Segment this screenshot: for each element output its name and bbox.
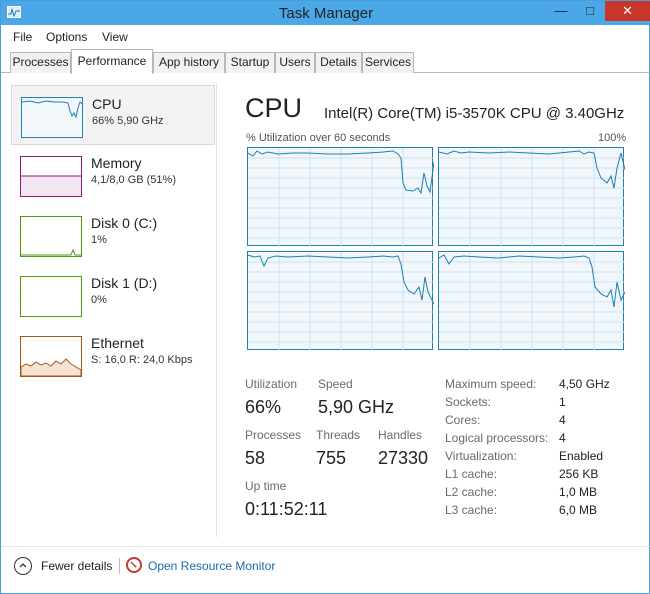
sidebar-item-disk0[interactable]: Disk 0 (C:) 1% <box>11 205 215 265</box>
sidebar-item-memory[interactable]: Memory 4,1/8,0 GB (51%) <box>11 145 215 205</box>
open-resource-monitor-link[interactable]: Open Resource Monitor <box>148 559 275 573</box>
utilization-value: 66% <box>245 397 282 417</box>
sidebar-ethernet-title: Ethernet <box>91 335 144 351</box>
speed-value: 5,90 GHz <box>318 397 395 417</box>
core-graph-1 <box>438 147 625 247</box>
resource-monitor-icon[interactable] <box>126 557 142 573</box>
close-button[interactable]: ✕ <box>605 1 650 21</box>
fewer-details-button[interactable]: Fewer details <box>41 559 112 573</box>
minimize-button[interactable]: — <box>548 1 574 21</box>
sidebar-disk0-title: Disk 0 (C:) <box>91 215 158 231</box>
sidebar-item-cpu[interactable]: CPU 66% 5,90 GHz <box>11 85 215 145</box>
prop-label-l2-cache: L2 cache: <box>445 485 498 499</box>
footer-bar: Fewer details Open Resource Monitor <box>1 546 650 586</box>
menu-bar: File Options View <box>1 27 650 47</box>
prop-label-logical-processors: Logical processors: <box>445 431 549 445</box>
handles-value: 27330 <box>378 448 429 468</box>
processes-label: Processes <box>245 428 302 442</box>
sidebar-item-ethernet[interactable]: Ethernet S: 16,0 R: 24,0 Kbps <box>11 325 215 385</box>
menu-view[interactable]: View <box>102 30 128 44</box>
sidebar-disk0-sub: 1% <box>91 234 107 246</box>
tab-details[interactable]: Details <box>315 52 362 73</box>
ethernet-thumbnail-graph <box>20 336 82 377</box>
threads-value: 755 <box>316 448 347 468</box>
sidebar-cpu-sub: 66% 5,90 GHz <box>92 115 164 127</box>
prop-value-sockets: 1 <box>559 395 566 409</box>
core-graph-3 <box>438 251 625 351</box>
prop-value-cores: 4 <box>559 413 566 427</box>
prop-label-l1-cache: L1 cache: <box>445 467 498 481</box>
sidebar-memory-title: Memory <box>91 155 142 171</box>
uptime-label: Up time <box>245 479 287 493</box>
disk0-thumbnail-graph <box>20 216 82 257</box>
sidebar-item-disk1[interactable]: Disk 1 (D:) 0% <box>11 265 215 325</box>
prop-value-virtualization: Enabled <box>559 449 604 463</box>
graph-axis-label: % Utilization over 60 seconds <box>246 132 391 144</box>
core-graph-0 <box>247 147 434 247</box>
sidebar-cpu-title: CPU <box>92 96 122 112</box>
menu-options[interactable]: Options <box>46 30 87 44</box>
speed-label: Speed <box>318 377 353 391</box>
chevron-up-icon[interactable] <box>14 557 32 575</box>
graph-max-label: 100% <box>598 132 627 144</box>
prop-label-l3-cache: L3 cache: <box>445 503 498 517</box>
handles-label: Handles <box>378 428 423 442</box>
processes-value: 58 <box>245 448 266 468</box>
title-bar: Task Manager — □ ✕ <box>1 1 650 25</box>
task-manager-window: Task Manager — □ ✕ File Options View Pro… <box>0 0 650 594</box>
sidebar-disk1-sub: 0% <box>91 294 107 306</box>
tab-services[interactable]: Services <box>362 52 414 73</box>
core-graph-2 <box>247 251 434 351</box>
tab-processes[interactable]: Processes <box>10 52 71 73</box>
prop-value-l3-cache: 6,0 MB <box>559 503 598 517</box>
cpu-model-name: Intel(R) Core(TM) i5-3570K CPU @ 3.40GHz <box>324 105 625 122</box>
sidebar-disk1-title: Disk 1 (D:) <box>91 275 158 291</box>
prop-label-virtualization: Virtualization: <box>445 449 517 463</box>
tab-app-history[interactable]: App history <box>153 52 225 73</box>
sidebar-ethernet-sub: S: 16,0 R: 24,0 Kbps <box>91 354 193 366</box>
memory-thumbnail-graph <box>20 156 82 197</box>
uptime-value: 0:11:52:11 <box>245 499 328 519</box>
tab-bar: Processes Performance App history Startu… <box>1 49 650 74</box>
performance-sidebar: CPU 66% 5,90 GHz Memory 4,1/8,0 GB (51%)… <box>11 83 217 537</box>
prop-value-l1-cache: 256 KB <box>559 467 599 481</box>
prop-value-logical-processors: 4 <box>559 431 566 445</box>
menu-file[interactable]: File <box>13 30 32 44</box>
prop-value-l2-cache: 1,0 MB <box>559 485 598 499</box>
sidebar-memory-sub: 4,1/8,0 GB (51%) <box>91 174 176 186</box>
prop-label-max-speed: Maximum speed: <box>445 377 537 391</box>
cpu-thumbnail-graph <box>21 97 83 138</box>
tab-performance[interactable]: Performance <box>71 49 153 74</box>
maximize-button[interactable]: □ <box>577 1 603 21</box>
disk1-thumbnail-graph <box>20 276 82 317</box>
utilization-label: Utilization <box>245 377 298 391</box>
threads-label: Threads <box>316 428 361 442</box>
footer-divider <box>119 558 120 574</box>
prop-label-sockets: Sockets: <box>445 395 492 409</box>
page-title: CPU <box>245 93 303 123</box>
tab-users[interactable]: Users <box>275 52 315 73</box>
prop-value-max-speed: 4,50 GHz <box>559 377 610 391</box>
tab-startup[interactable]: Startup <box>225 52 275 73</box>
prop-label-cores: Cores: <box>445 413 481 427</box>
